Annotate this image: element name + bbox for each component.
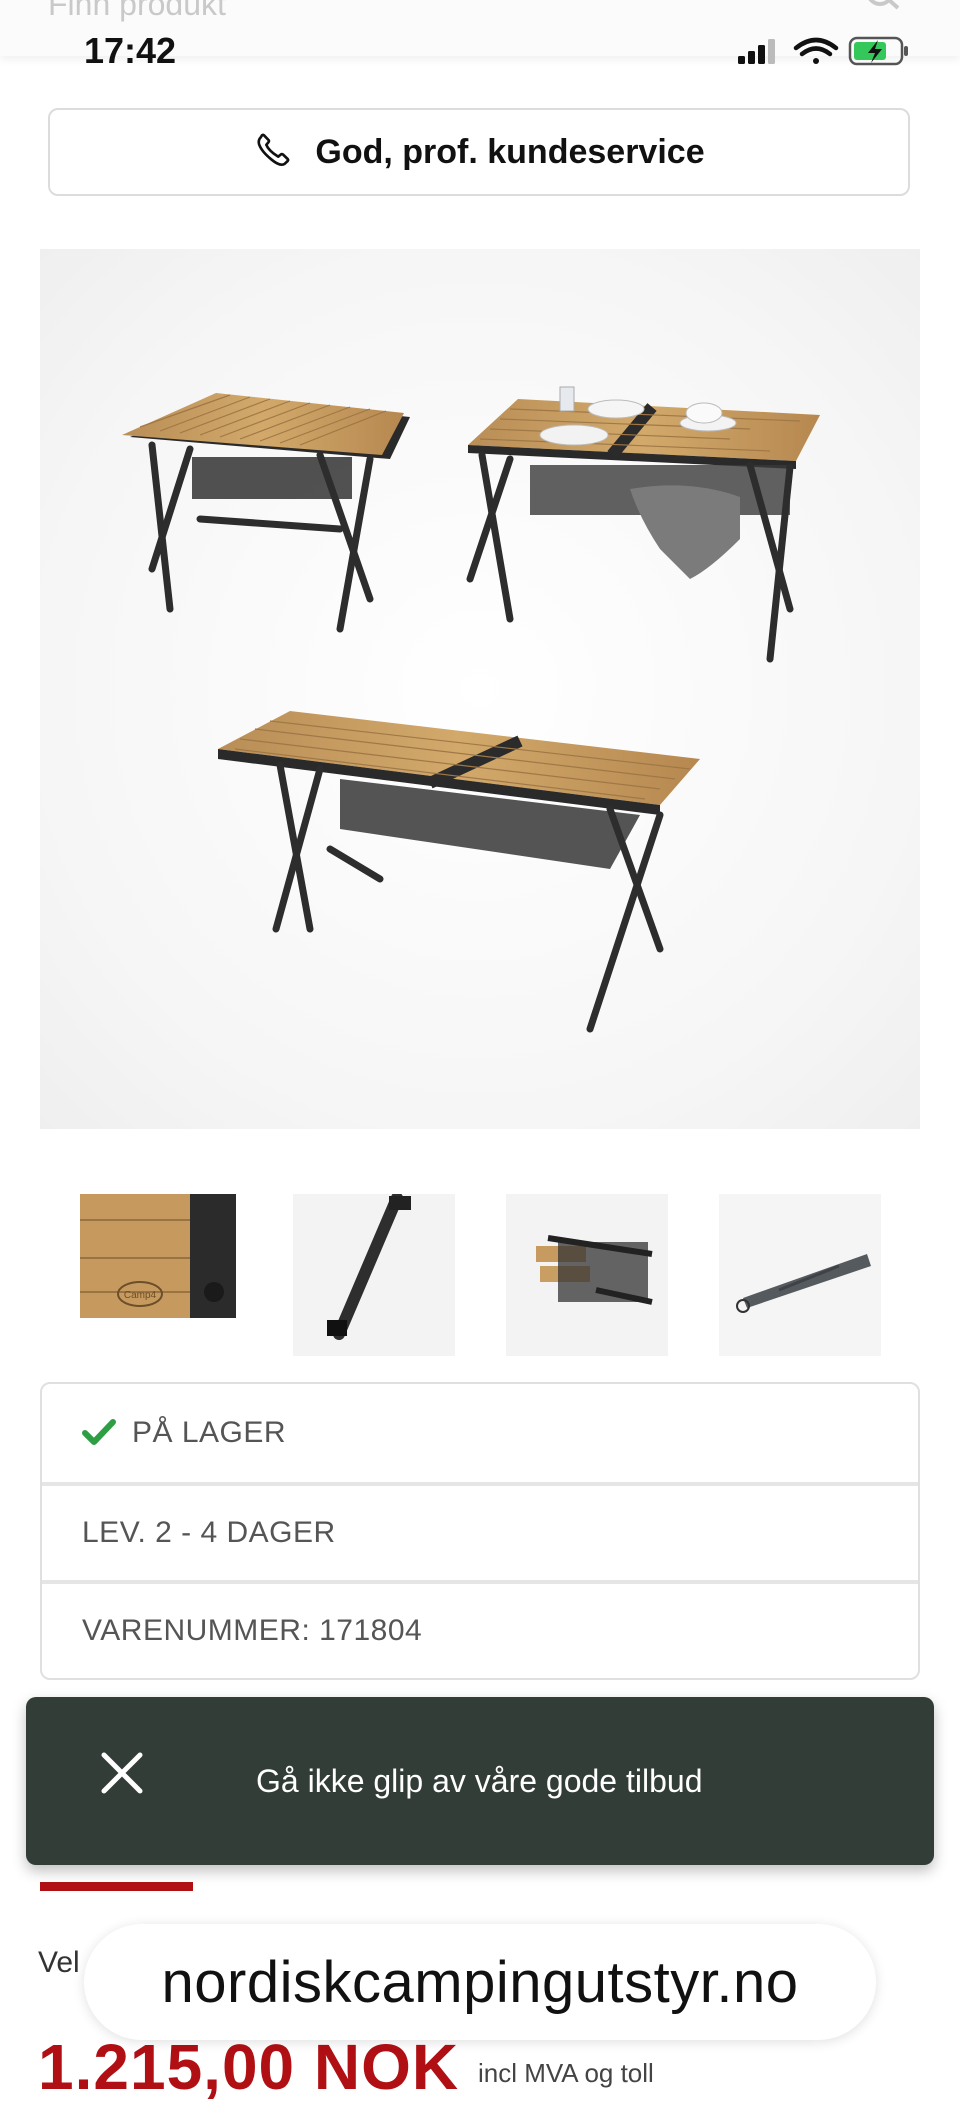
stock-status-row: PÅ LAGER <box>42 1384 918 1482</box>
partial-label: Vel <box>38 1946 80 1979</box>
signal-icon <box>738 39 775 64</box>
product-info-panel: PÅ LAGER LEV. 2 - 4 DAGER VARENUMMER: 17… <box>40 1382 920 1680</box>
status-time: 17:42 <box>84 30 177 71</box>
main-product-image[interactable] <box>40 249 920 1129</box>
customer-service-label: God, prof. kundeservice <box>315 132 705 171</box>
stock-status-text: PÅ LAGER <box>132 1416 287 1449</box>
large-table-with-dishes-illustration <box>466 386 820 663</box>
search-icon[interactable] <box>866 0 902 21</box>
domain-text: nordiskcampingutstyr.no <box>161 1949 799 2015</box>
thumb-carry-bag[interactable] <box>719 1194 881 1356</box>
thumb-tabletop-closeup[interactable]: Camp4 <box>80 1194 242 1356</box>
thumb-logo-text: Camp4 <box>124 1290 157 1301</box>
customer-service-button[interactable]: God, prof. kundeservice <box>48 108 910 196</box>
toast-message: Gå ikke glip av våre gode tilbud <box>256 1762 703 1799</box>
offers-toast[interactable]: Gå ikke glip av våre gode tilbud <box>26 1697 934 1865</box>
top-header: Finn produkt 17:42 <box>0 0 960 71</box>
thumb-table-parts[interactable] <box>506 1194 668 1356</box>
extended-table-illustration <box>218 711 700 1033</box>
phone-icon <box>253 130 293 175</box>
price-note: incl MVA og toll <box>478 2058 654 2088</box>
thumb-table-leg[interactable] <box>293 1194 455 1356</box>
small-table-illustration <box>122 393 410 633</box>
sku-row: VARENUMMER: 171804 <box>42 1580 918 1678</box>
browser-url-bar[interactable]: nordiskcampingutstyr.no <box>84 1924 876 2040</box>
product-price: 1.215,00 NOK <box>38 2031 460 2103</box>
battery-icon <box>848 36 908 66</box>
delivery-text: LEV. 2 - 4 DAGER <box>82 1516 336 1549</box>
wifi-icon <box>793 37 839 64</box>
delivery-row: LEV. 2 - 4 DAGER <box>42 1482 918 1580</box>
section-divider <box>40 1882 193 1891</box>
status-icons <box>736 34 912 75</box>
close-icon[interactable] <box>96 1747 148 1804</box>
check-icon <box>82 1419 116 1447</box>
sku-text: VARENUMMER: 171804 <box>82 1614 423 1647</box>
search-input[interactable]: Finn produkt <box>48 0 226 23</box>
